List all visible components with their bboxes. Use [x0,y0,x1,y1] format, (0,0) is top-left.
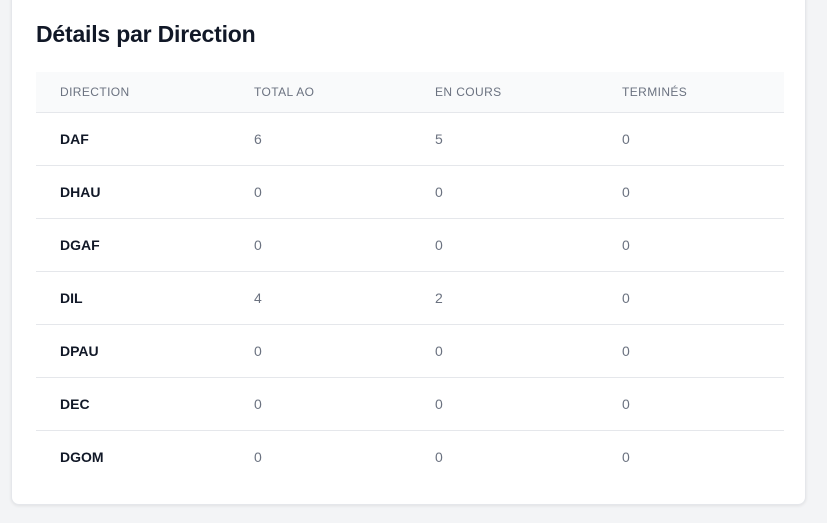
cell-termines: 0 [598,165,784,219]
cell-direction: DGAF [36,218,230,272]
cell-en-cours: 0 [411,218,598,272]
cell-direction: DAF [36,112,230,166]
table-row: DHAU 0 0 0 [36,165,784,219]
table-row: DGAF 0 0 0 [36,218,784,272]
table-row: DIL 4 2 0 [36,271,784,325]
cell-termines: 0 [622,449,630,465]
column-header-direction: DIRECTION [36,72,230,113]
cell-en-cours: 2 [411,271,598,325]
column-header-termines: TERMINÉS [598,72,784,113]
cell-termines: 0 [598,271,784,325]
cell-en-cours: 0 [435,449,443,465]
cell-total-ao: 4 [230,271,411,325]
table-row: DAF 6 5 0 [36,112,784,166]
cell-termines: 0 [598,377,784,431]
cell-direction: DGOM [60,449,104,465]
cell-direction: DIL [36,271,230,325]
cell-en-cours: 0 [411,377,598,431]
cell-en-cours: 5 [411,112,598,166]
cell-direction: DHAU [36,165,230,219]
cell-total-ao: 0 [254,449,262,465]
direction-table: DIRECTION TOTAL AO EN COURS TERMINÉS DAF… [36,72,784,483]
cell-en-cours: 0 [411,324,598,378]
table-header: DIRECTION TOTAL AO EN COURS TERMINÉS [36,72,784,113]
cell-total-ao: 0 [230,377,411,431]
cell-total-ao: 6 [230,112,411,166]
column-header-total-ao: TOTAL AO [230,72,411,113]
cell-en-cours: 0 [411,165,598,219]
table-body: DAF 6 5 0 DHAU 0 0 0 DGAF 0 0 0 DIL 4 2 [36,112,784,484]
direction-details-card: Détails par Direction DIRECTION TOTAL AO… [11,0,806,505]
header-row: DIRECTION TOTAL AO EN COURS TERMINÉS [36,72,784,113]
cell-termines: 0 [598,324,784,378]
cell-total-ao: 0 [230,324,411,378]
cell-direction: DEC [36,377,230,431]
cell-direction: DPAU [36,324,230,378]
cell-total-ao: 0 [230,165,411,219]
cell-total-ao: 0 [230,218,411,272]
cell-termines: 0 [598,112,784,166]
cell-termines: 0 [598,218,784,272]
table-row: DEC 0 0 0 [36,377,784,431]
column-header-en-cours: EN COURS [411,72,598,113]
table-row: DGOM 0 0 0 [36,431,784,484]
card-title: Détails par Direction [36,21,256,47]
table-row: DPAU 0 0 0 [36,324,784,378]
